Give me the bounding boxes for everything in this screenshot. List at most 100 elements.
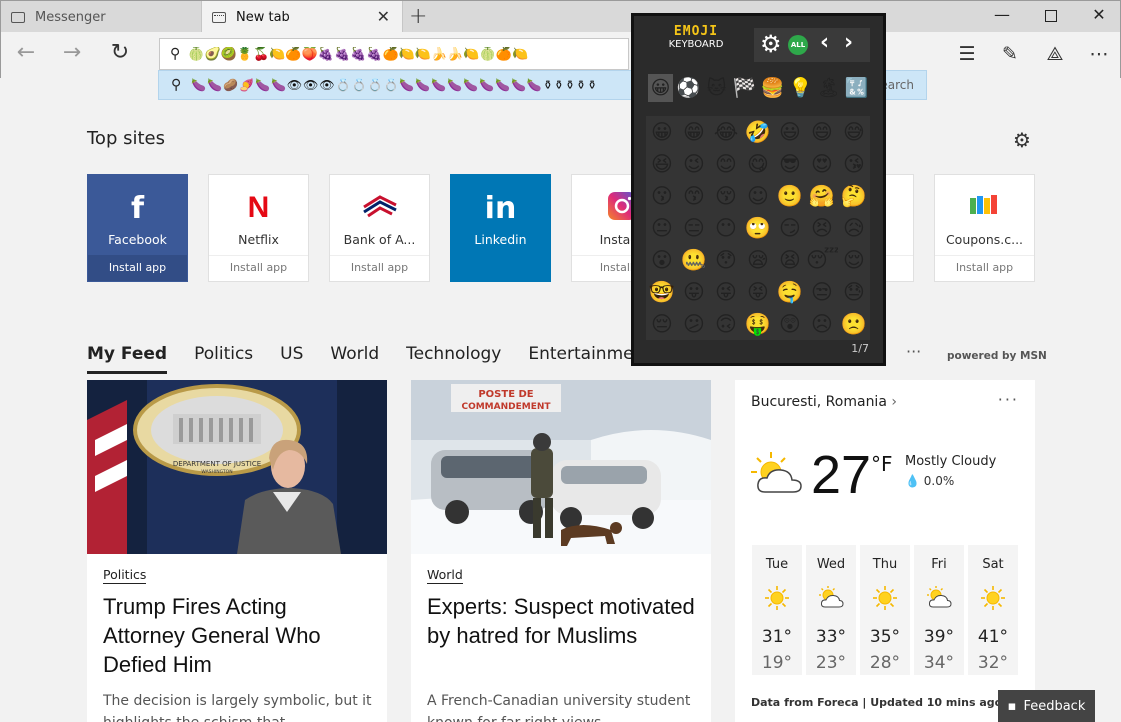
card-headline[interactable]: Experts: Suspect motivated by hatred for… — [427, 592, 697, 650]
emoji-category-tab[interactable]: 🔣 — [844, 74, 869, 102]
install-app-button[interactable]: Install app — [209, 255, 308, 281]
back-arrow-icon[interactable]: ← — [11, 40, 41, 65]
emoji-key[interactable]: 😥 — [838, 212, 870, 244]
chevron-left-icon[interactable]: ‹ — [820, 30, 829, 55]
emoji-key[interactable]: 😄 — [806, 116, 838, 148]
emoji-key[interactable]: 😗 — [646, 180, 678, 212]
web-note-icon[interactable]: ✎ — [996, 43, 1024, 65]
emoji-key[interactable]: 😜 — [710, 276, 742, 308]
emoji-key[interactable]: 😃 — [774, 116, 806, 148]
emoji-category-tab[interactable]: 🏝 — [816, 74, 841, 102]
emoji-key[interactable]: 😔 — [646, 308, 678, 340]
install-app-button[interactable]: Install app — [88, 255, 187, 281]
feed-tab-politics[interactable]: Politics — [194, 344, 253, 374]
emoji-key[interactable]: ☺ — [742, 180, 774, 212]
emoji-key[interactable]: 😒 — [806, 276, 838, 308]
emoji-key[interactable]: 😪 — [742, 244, 774, 276]
forecast-day[interactable]: Sat 41° 32° — [968, 545, 1018, 675]
gear-icon[interactable]: ⚙ — [1013, 128, 1031, 152]
emoji-key[interactable]: 😮 — [646, 244, 678, 276]
news-card[interactable]: POSTE DE COMMANDEMENT World Experts: Sus… — [411, 380, 711, 722]
emoji-key[interactable]: 🤤 — [774, 276, 806, 308]
install-app-button[interactable] — [451, 255, 550, 281]
news-card[interactable]: DEPARTMENT OF JUSTICE WASHINGTON Politic… — [87, 380, 387, 722]
weather-card[interactable]: Bucuresti, Romania › ··· 27 °F Mostly Cl… — [735, 380, 1035, 722]
close-window-icon[interactable]: ✕ — [1087, 5, 1111, 24]
share-icon[interactable]: ⟁ — [1041, 43, 1069, 65]
temperature-unit[interactable]: °F — [871, 452, 893, 476]
emoji-key[interactable]: 😁 — [678, 116, 710, 148]
emoji-key[interactable]: 😏 — [774, 212, 806, 244]
install-app-button[interactable]: Install app — [330, 255, 429, 281]
emoji-key[interactable]: 🙃 — [710, 308, 742, 340]
top-site-linkedin[interactable]: in Linkedin — [450, 174, 551, 282]
feed-tab-us[interactable]: US — [280, 344, 303, 374]
emoji-key[interactable]: 😣 — [806, 212, 838, 244]
feed-more-button[interactable]: ··· — [906, 342, 921, 361]
emoji-key[interactable]: 🙄 — [742, 212, 774, 244]
emoji-key[interactable]: 😴 — [806, 244, 840, 276]
emoji-key[interactable]: 😅 — [838, 116, 870, 148]
emoji-key[interactable]: 🤔 — [838, 180, 870, 212]
emoji-key[interactable]: 😋 — [742, 148, 774, 180]
card-category[interactable]: World — [427, 567, 463, 584]
maximize-icon[interactable] — [1039, 7, 1063, 26]
gear-icon[interactable]: ⚙ — [760, 30, 782, 58]
emoji-key[interactable]: 😚 — [710, 180, 742, 212]
card-category[interactable]: Politics — [103, 567, 147, 584]
emoji-key[interactable]: 😆 — [646, 148, 678, 180]
emoji-key[interactable]: 🙁 — [838, 308, 870, 340]
forecast-day[interactable]: Thu 35° 28° — [860, 545, 910, 675]
emoji-key[interactable]: 😫 — [774, 244, 806, 276]
emoji-category-tab[interactable]: 🐱 — [704, 74, 729, 102]
emoji-key[interactable]: 😌 — [838, 244, 870, 276]
emoji-key[interactable]: 😝 — [742, 276, 774, 308]
tab-messenger[interactable]: Messenger — [1, 1, 201, 33]
forecast-day[interactable]: Fri 39° 34° — [914, 545, 964, 675]
feed-tab-my-feed[interactable]: My Feed — [87, 344, 168, 374]
emoji-key[interactable]: 😯 — [710, 244, 742, 276]
emoji-key[interactable]: 😂 — [710, 116, 742, 148]
emoji-key[interactable]: 😍 — [806, 148, 838, 180]
hub-icon[interactable]: ☰ — [953, 43, 981, 65]
weather-location[interactable]: Bucuresti, Romania › — [751, 394, 897, 410]
emoji-category-tab[interactable]: ⚽ — [676, 74, 701, 102]
emoji-key[interactable]: 😊 — [710, 148, 742, 180]
address-input-value[interactable]: 🍈🥑🥝🍍🍒🍋🍊🍑🍇🍇🍇🍇🍊🍋🍋🍌🍌🍋🍈🍊🍋 — [188, 47, 528, 62]
emoji-key[interactable]: 😎 — [774, 148, 806, 180]
emoji-key[interactable]: 😀 — [646, 116, 678, 148]
emoji-key[interactable]: 🙂 — [774, 180, 806, 212]
forward-arrow-icon[interactable]: → — [57, 40, 87, 65]
emoji-key[interactable]: 😐 — [646, 212, 678, 244]
emoji-key[interactable]: 😑 — [678, 212, 710, 244]
top-site-bank-of-america[interactable]: Bank of A... Install app — [329, 174, 430, 282]
emoji-key[interactable]: 😉 — [678, 148, 710, 180]
address-bar[interactable]: ⚲ 🍈🥑🥝🍍🍒🍋🍊🍑🍇🍇🍇🍇🍊🍋🍋🍌🍌🍋🍈🍊🍋 — [159, 38, 629, 70]
emoji-category-tab[interactable]: 💡 — [788, 74, 813, 102]
emoji-key[interactable]: 🤐 — [678, 244, 710, 276]
chevron-right-icon[interactable]: › — [844, 30, 853, 55]
weather-more-button[interactable]: ··· — [998, 390, 1019, 409]
top-site-netflix[interactable]: N Netflix Install app — [208, 174, 309, 282]
emoji-key[interactable]: 🤣 — [742, 116, 774, 148]
feedback-button[interactable]: ▪ Feedback — [998, 690, 1095, 722]
emoji-key[interactable]: 🤓 — [646, 276, 678, 308]
emoji-category-tab[interactable]: 🍔 — [760, 74, 785, 102]
emoji-key[interactable]: ☹ — [806, 308, 838, 340]
weather-footer[interactable]: Data from Foreca | Updated 10 mins ago — [751, 696, 1002, 709]
feed-tab-world[interactable]: World — [330, 344, 379, 374]
emoji-key[interactable]: 🤗 — [806, 180, 838, 212]
emoji-category-tab[interactable]: 🏁 — [732, 74, 757, 102]
minimize-icon[interactable]: — — [990, 5, 1014, 24]
more-actions-icon[interactable]: ⋯ — [1085, 43, 1113, 65]
emoji-key[interactable]: 😶 — [710, 212, 742, 244]
emoji-key[interactable]: 😘 — [838, 148, 870, 180]
card-headline[interactable]: Trump Fires Acting Attorney General Who … — [103, 592, 373, 679]
top-site-facebook[interactable]: f Facebook Install app — [87, 174, 188, 282]
feed-tab-technology[interactable]: Technology — [406, 344, 501, 374]
install-app-button[interactable]: Install app — [935, 255, 1034, 281]
emoji-key[interactable]: 😙 — [678, 180, 710, 212]
tab-new-tab[interactable]: New tab ✕ — [201, 1, 403, 33]
emoji-key[interactable]: 😛 — [678, 276, 710, 308]
emoji-key[interactable]: 😕 — [678, 308, 710, 340]
